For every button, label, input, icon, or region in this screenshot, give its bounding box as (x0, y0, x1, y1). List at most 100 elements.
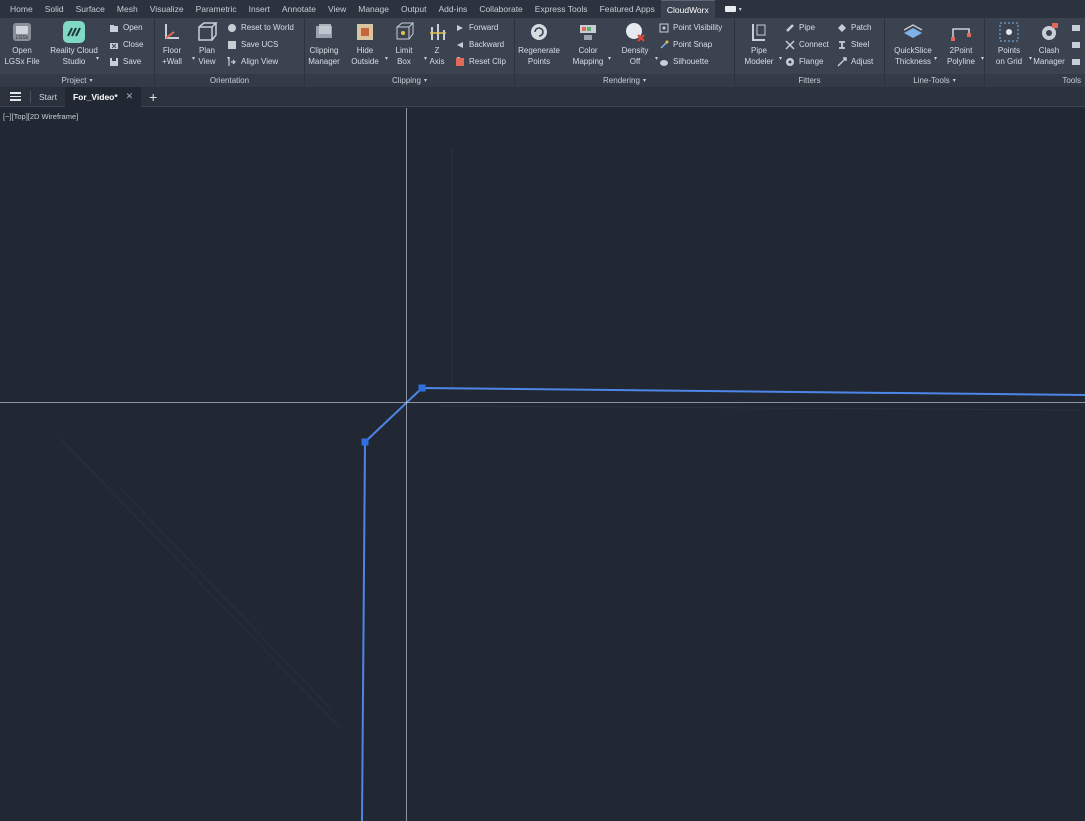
tab-express-tools[interactable]: Express Tools (529, 0, 594, 18)
close-label: Close (123, 40, 144, 49)
adjust-button[interactable]: Adjust (837, 54, 873, 69)
flange-button[interactable]: Flange (785, 54, 823, 69)
tab-start[interactable]: Start (31, 87, 65, 107)
z-axis-icon (425, 21, 449, 43)
limit-box-label: Limit Box (395, 46, 413, 66)
two-point-polyline-button[interactable]: 2Point Polyline ▾ (937, 20, 985, 74)
close-icon[interactable]: ✕ (126, 91, 134, 102)
tab-insert[interactable]: Insert (243, 0, 276, 18)
quickslice-icon (901, 21, 925, 43)
regenerate-points-button[interactable]: Regenerate Points (515, 20, 563, 74)
forward-button[interactable]: Forward (455, 20, 498, 35)
panel-title-fitters: Fitters (735, 74, 884, 87)
points-on-grid-icon (997, 21, 1021, 43)
tab-for-video[interactable]: For_Video* ✕ (64, 86, 142, 107)
tab-add-ins[interactable]: Add-ins (432, 0, 473, 18)
reality-cloud-label: Reality Cloud Studio (50, 46, 98, 66)
clash-manager-button[interactable]: Clash Manager (1025, 20, 1073, 74)
panel-rendering: Regenerate Points Color Mapping ▾ Densit… (515, 18, 735, 87)
menu-icon[interactable] (0, 87, 30, 107)
z-axis-label: Z Axis (429, 46, 445, 66)
adjust-label: Adjust (851, 57, 874, 66)
panel-line-tools: QuickSlice Thickness ▾ 2Point Polyline ▾… (885, 18, 985, 87)
quickslice-label: QuickSlice Thickness (894, 46, 932, 66)
reality-cloud-studio-button[interactable]: Reality Cloud Studio ▾ (48, 20, 100, 74)
connect-label: Connect (799, 40, 829, 49)
steel-button[interactable]: Steel (837, 37, 869, 52)
tab-mesh[interactable]: Mesh (111, 0, 144, 18)
point-visibility-icon (659, 23, 669, 33)
tab-cloudworx[interactable]: CloudWorx (660, 0, 715, 18)
tab-featured-apps[interactable]: Featured Apps (594, 0, 661, 18)
close-button[interactable]: Close (109, 37, 143, 52)
viewport-controls-label[interactable]: [−][Top][2D Wireframe] (3, 112, 78, 121)
open-button[interactable]: Open (109, 20, 143, 35)
silhouette-button[interactable]: Silhouette (659, 54, 709, 69)
pipe-button[interactable]: Pipe (785, 20, 815, 35)
steel-icon (837, 40, 847, 50)
tab-annotate[interactable]: Annotate (276, 0, 322, 18)
panel-title-text: Clipping (392, 76, 421, 85)
pipe-label: Pipe (799, 23, 816, 32)
tab-collaborate[interactable]: Collaborate (473, 0, 528, 18)
new-tab-button[interactable]: + (141, 87, 165, 107)
density-off-button[interactable]: Density Off ▾ (611, 20, 659, 74)
flange-icon (785, 57, 795, 67)
polyline-vertex-grip[interactable] (418, 384, 426, 392)
panel-title-clipping[interactable]: Clipping ▾ (305, 74, 514, 87)
tab-home[interactable]: Home (4, 0, 39, 18)
save-ucs-icon (227, 40, 237, 50)
polyline-canvas[interactable] (0, 108, 1085, 821)
document-tab-bar: Start For_Video* ✕ + (0, 86, 1085, 107)
floor-wall-icon (160, 21, 184, 43)
panel-title-tools: Tools (985, 74, 1085, 87)
tab-manage[interactable]: Manage (352, 0, 395, 18)
connect-icon (785, 39, 795, 50)
lgsx-file-icon: LGSx (10, 21, 34, 43)
pipe-modeler-button[interactable]: Pipe Modeler ▾ (735, 20, 783, 74)
tab-output[interactable]: Output (395, 0, 433, 18)
chevron-down-icon: ▾ (980, 56, 984, 62)
color-mapping-label: Color Mapping (572, 46, 604, 66)
save-button[interactable]: Save (109, 54, 141, 69)
tab-parametric[interactable]: Parametric (190, 0, 243, 18)
workspace-switcher[interactable]: ▾ (715, 0, 742, 18)
tools-extra-button-3[interactable] (1071, 54, 1081, 69)
pipe-modeler-label: Pipe Modeler (744, 46, 774, 66)
patch-button[interactable]: Patch (837, 20, 871, 35)
z-axis-button[interactable]: Z Axis ▾ (413, 20, 461, 74)
flange-label: Flange (799, 57, 824, 66)
polyline-vertex-grip[interactable] (361, 438, 369, 446)
svg-text:LGSx: LGSx (16, 35, 29, 41)
tools-extra-button-2[interactable] (1071, 37, 1081, 52)
save-ucs-button[interactable]: Save UCS (227, 37, 278, 52)
tab-visualize[interactable]: Visualize (144, 0, 190, 18)
clipping-manager-icon (312, 21, 336, 43)
open-lgsx-button[interactable]: LGSx Open LGSx File (0, 20, 46, 74)
point-visibility-button[interactable]: Point Visibility (659, 20, 722, 35)
backward-button[interactable]: Backward (455, 37, 504, 52)
tab-surface[interactable]: Surface (70, 0, 111, 18)
point-snap-button[interactable]: Point Snap (659, 37, 712, 52)
panel-title-line-tools[interactable]: Line-Tools ▾ (885, 74, 984, 87)
reset-clip-button[interactable]: Reset Clip (455, 54, 506, 69)
open-label: Open (123, 23, 143, 32)
tab-solid[interactable]: Solid (39, 0, 70, 18)
adjust-icon (837, 56, 847, 67)
connect-button[interactable]: Connect (785, 37, 829, 52)
align-view-button[interactable]: Align View (227, 54, 278, 69)
reset-to-world-button[interactable]: Reset to World (227, 20, 294, 35)
tab-view[interactable]: View (322, 0, 352, 18)
color-mapping-button[interactable]: Color Mapping ▾ (564, 20, 612, 74)
chevron-down-icon: ▾ (642, 78, 646, 84)
regenerate-label: Regenerate Points (518, 46, 560, 66)
tools-extra-button-1[interactable] (1071, 20, 1081, 35)
plan-view-button[interactable]: Plan View ▾ (183, 20, 231, 74)
drawing-viewport[interactable]: [−][Top][2D Wireframe] (0, 108, 1085, 821)
panel-title-project[interactable]: Project ▾ (0, 74, 154, 87)
quickslice-thickness-button[interactable]: QuickSlice Thickness ▾ (888, 20, 938, 74)
crosshair-vertical (406, 108, 407, 821)
polyline[interactable] (361, 386, 1085, 821)
open-folder-icon (109, 23, 119, 33)
panel-title-rendering[interactable]: Rendering ▾ (515, 74, 734, 87)
